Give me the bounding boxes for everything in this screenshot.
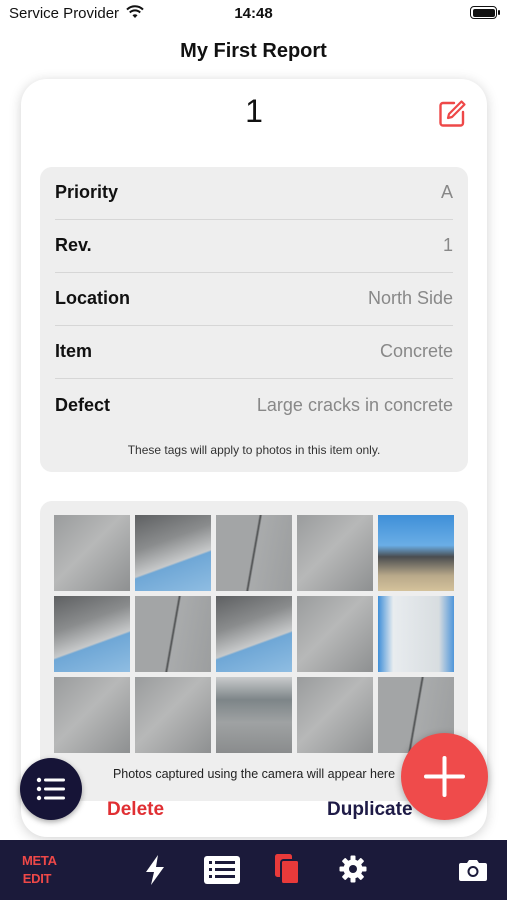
concrete-crack-photo[interactable] — [216, 515, 292, 591]
tag-row-rev[interactable]: Rev. 1 — [55, 220, 453, 273]
tag-label: Rev. — [55, 235, 92, 255]
clock: 14:48 — [234, 5, 273, 22]
delete-button[interactable]: Delete — [107, 799, 164, 821]
white-wall-photo[interactable] — [378, 596, 454, 672]
battery-icon — [470, 6, 500, 19]
tag-row-location[interactable]: Location North Side — [55, 273, 453, 326]
tags-note: These tags will apply to photos in this … — [127, 443, 381, 457]
item-number: 1 — [245, 93, 263, 129]
meta-label: META — [22, 853, 57, 868]
concrete-crack-photo[interactable] — [135, 596, 211, 672]
concrete-floor-photo[interactable] — [297, 515, 373, 591]
add-photo-button[interactable] — [401, 733, 488, 820]
blue-sky-shelter-photo[interactable] — [378, 515, 454, 591]
tag-row-priority[interactable]: Priority A — [55, 167, 453, 220]
concrete-floor-photo[interactable] — [54, 677, 130, 753]
status-bar: Service Provider 14:48 — [0, 0, 507, 30]
copy-pages-icon[interactable] — [273, 852, 301, 891]
lightning-icon[interactable] — [143, 854, 167, 891]
report-list-icon[interactable] — [204, 856, 240, 889]
meta-edit-button[interactable]: META EDIT — [22, 852, 57, 888]
list-icon — [36, 777, 65, 801]
divider — [55, 378, 453, 379]
tag-label: Priority — [55, 182, 119, 202]
tag-value: Large cracks in concrete — [256, 395, 453, 415]
hangar-roof-photo[interactable] — [135, 515, 211, 591]
hangar-floor-photo[interactable] — [216, 677, 292, 753]
edit-icon[interactable] — [437, 99, 467, 129]
tag-label: Defect — [55, 395, 111, 415]
duplicate-button[interactable]: Duplicate — [327, 799, 413, 821]
concrete-floor-photo[interactable] — [54, 515, 130, 591]
bottom-toolbar: META EDIT — [0, 840, 507, 900]
list-button[interactable] — [20, 758, 82, 820]
item-card: 1 Priority A Rev. 1 Location North Side … — [21, 79, 487, 837]
tag-row-item[interactable]: Item Concrete — [55, 326, 453, 379]
tag-value: Concrete — [379, 341, 453, 361]
edit-label: EDIT — [22, 871, 52, 886]
tags-panel: Priority A Rev. 1 Location North Side It… — [40, 167, 468, 472]
tag-value: 1 — [442, 235, 453, 255]
plus-icon — [424, 756, 465, 797]
gear-icon[interactable] — [338, 854, 368, 889]
tag-label: Location — [55, 288, 130, 308]
camera-icon[interactable] — [458, 858, 488, 887]
tag-row-defect[interactable]: Defect Large cracks in concrete — [55, 380, 453, 433]
concrete-floor-photo[interactable] — [135, 677, 211, 753]
tag-label: Item — [55, 341, 93, 361]
concrete-floor-photo[interactable] — [297, 596, 373, 672]
page-title: My First Report — [180, 40, 327, 62]
concrete-floor-photo[interactable] — [297, 677, 373, 753]
tag-value: North Side — [367, 288, 453, 308]
tag-value: A — [440, 182, 453, 202]
hangar-roof-photo[interactable] — [54, 596, 130, 672]
hangar-roof-photo[interactable] — [216, 596, 292, 672]
